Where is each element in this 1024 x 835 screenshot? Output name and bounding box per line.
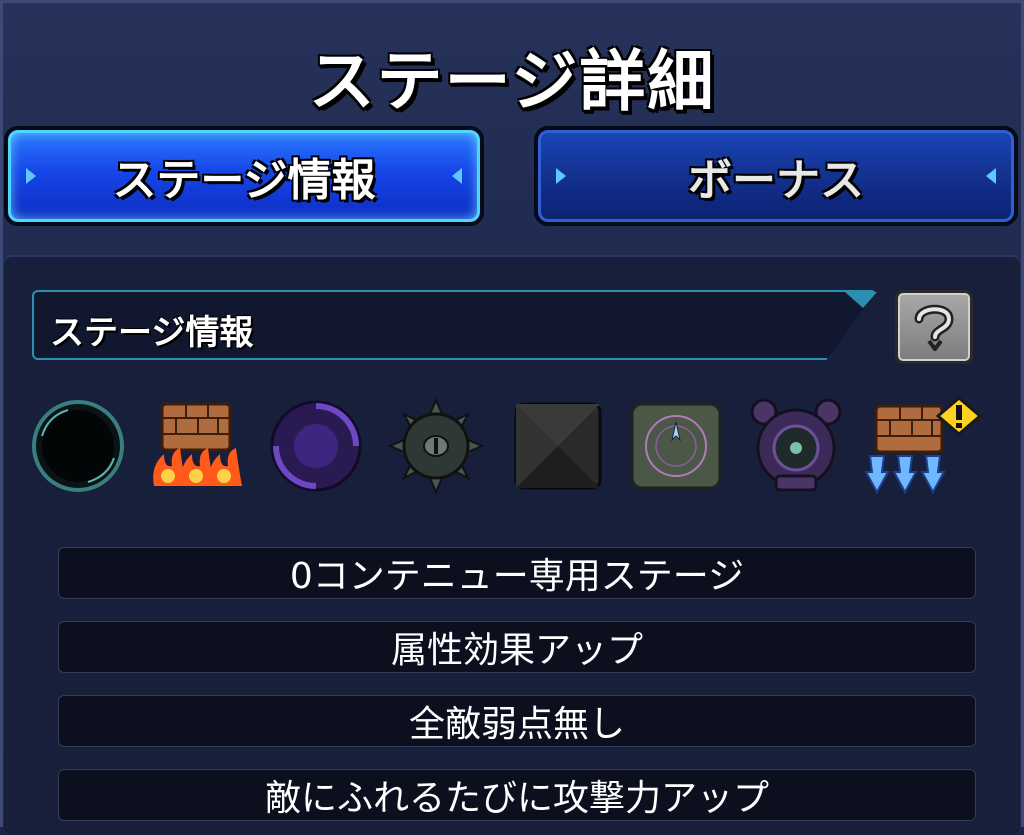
mine-icon[interactable]	[386, 396, 486, 496]
warning-badge-icon	[936, 396, 982, 436]
tab-arrow-right-icon	[986, 168, 996, 184]
tab-label: ステージ情報	[112, 155, 376, 206]
tab-arrow-left-icon	[26, 168, 36, 184]
block-icon[interactable]	[508, 396, 608, 496]
black-hole-icon[interactable]	[28, 396, 128, 496]
tab-label: ボーナス	[688, 155, 864, 206]
info-line-no-continue: 0コンテニュー専用ステージ	[58, 547, 976, 599]
help-button[interactable]	[895, 290, 973, 364]
tab-stage-info[interactable]: ステージ情報	[4, 126, 484, 226]
magic-circle-icon[interactable]	[626, 396, 726, 496]
shield-generator-icon[interactable]	[746, 396, 846, 496]
info-line-attack-up: 敵にふれるたびに攻撃力アップ	[58, 769, 976, 821]
damage-wall-fire-icon[interactable]	[146, 396, 246, 496]
info-line-element-boost: 属性効果アップ	[58, 621, 976, 673]
info-line-no-weakpoints: 全敵弱点無し	[58, 695, 976, 747]
tab-arrow-right-icon	[452, 168, 462, 184]
page-title: ステージ詳細	[308, 43, 716, 120]
section-header-label: ステージ情報	[50, 313, 254, 353]
gimmick-icons	[0, 396, 1024, 506]
tab-bonus[interactable]: ボーナス	[534, 126, 1018, 226]
warp-icon[interactable]	[266, 396, 366, 496]
section-header-corner	[845, 292, 877, 308]
question-icon	[914, 304, 954, 351]
tab-arrow-left-icon	[556, 168, 566, 184]
